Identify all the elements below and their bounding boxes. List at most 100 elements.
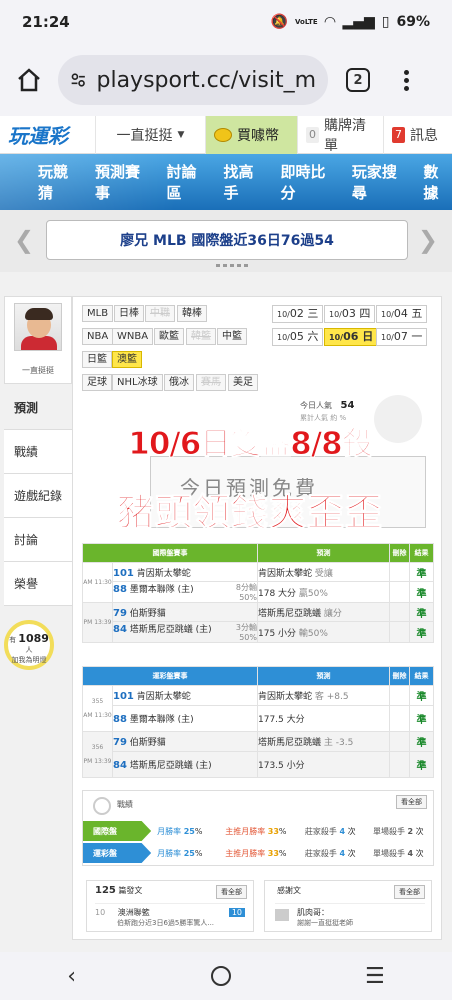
league-tab-euro-basketball[interactable]: 歐籃 [154,328,184,345]
date-tab-1003[interactable]: 10/03 四 [324,305,376,323]
league-tab-kbl: 韓籃 [186,328,216,345]
ticker-box[interactable]: 廖兄 MLB 國際盤近36日76過54 [46,220,408,260]
sidebar-item-game-history[interactable]: 遊戲紀錄 [4,474,72,518]
pick-note: 讓分 [323,608,342,619]
buy-coins-label: 買噱幣 [237,127,279,144]
sidebar-item-honors[interactable]: 榮譽 [4,562,72,606]
league-tab-nbl[interactable]: 澳籃 [112,351,142,368]
nav-item-player-search[interactable]: 玩家搜尋 [352,161,409,203]
stat-label: 主推月勝率 [225,848,266,858]
team-number: 101 [113,691,134,703]
tab-switcher-button[interactable]: 2 [346,68,370,92]
league-tab-b-league[interactable]: 日籃 [82,351,112,368]
nav-item-data[interactable]: 數據 [423,161,452,203]
league-tab-npb[interactable]: 日棒 [114,305,144,322]
spread-percent: 50% [239,593,257,602]
date-weekday: 一 [411,330,423,343]
coin-icon [214,127,232,142]
ticker-next-icon[interactable]: ❯ [418,226,438,254]
recent-apps-icon[interactable]: ☰ [365,964,385,989]
record-label: 國際盤 [83,821,152,841]
messages-button[interactable]: 7 訊息 [384,116,446,154]
fans-badge[interactable]: 有 1089 人 加我為明燈 [4,620,54,670]
sidebar-item-record[interactable]: 戰績 [4,430,72,474]
pick-total-value: 175 小分 [258,628,297,639]
league-tab-mlb[interactable]: MLB [82,305,114,322]
intl-header-delete: 刪除 [389,543,410,563]
record-title: 戰績 [117,800,133,809]
nav-item-experts[interactable]: 找高手 [223,161,266,203]
buy-coins-button[interactable]: 買噱幣 [206,115,298,154]
record-view-all-button[interactable]: 看全部 [396,795,427,809]
local-header-prediction: 預測 [257,666,390,686]
sidebar-item-discussion[interactable]: 討論 [4,518,72,562]
main-nav: 玩競猜 預測賽事 討論區 找高手 即時比分 玩家搜尋 數據 [0,154,452,210]
result-mark: 準 [409,684,434,707]
site-settings-icon[interactable] [70,70,87,90]
back-icon[interactable]: ‹ [67,964,76,989]
nav-item-forum[interactable]: 討論區 [166,161,209,203]
nav-item-livescore[interactable]: 即時比分 [281,161,338,203]
date-day: 05 [289,330,304,343]
date-month: 10/ [381,333,394,342]
battery-percent: 69% [396,14,430,30]
cart-button[interactable]: 0 購牌清單 [298,115,384,154]
record-label: 運彩盤 [83,843,152,863]
target-icon [93,797,111,815]
stat-value: 33 [267,848,279,858]
thanks-author: 肌肉哥： [297,908,329,917]
local-games-table: 運彩盤賽事 預測 刪除 結果 355 AM 11:30 101 肯因斯太攀蛇 肯因… [82,666,434,778]
nav-item-games[interactable]: 玩競猜 [38,161,81,203]
league-tab-cba[interactable]: 中籃 [217,328,247,345]
browser-menu-icon[interactable] [404,69,409,91]
league-tab-khl[interactable]: 俄冰 [164,374,194,391]
delete-cell [389,684,410,707]
spread-info: 3分輸 50% [236,622,257,642]
stat-monthly: 月勝率 25% [157,848,203,858]
stat-label: 莊家殺手 [304,848,337,858]
thanks-item[interactable]: 肌肉哥： 謝謝一直挺挺老師 [275,903,425,928]
date-tab-1005[interactable]: 10/05 六 [272,328,324,346]
league-tab-soccer[interactable]: 足球 [82,374,112,391]
league-tab-cpbl: 中職 [145,305,175,322]
league-tab-nba[interactable]: NBA [82,328,114,345]
posts-view-all-button[interactable]: 看全部 [216,885,247,899]
home-circle-icon[interactable] [210,966,231,986]
result-mark: 準 [409,562,434,582]
team-number: 101 [113,567,134,579]
league-tab-nfl[interactable]: 美足 [228,374,258,391]
thanks-avatar [275,909,289,921]
ticker-prev-icon[interactable]: ❮ [14,226,34,254]
delete-cell [389,730,410,753]
table-row: 88 墨爾本聯隊 (主) 8分輸 50% 178 大分 贏50% 準 [83,581,434,603]
league-tab-nhl[interactable]: NHL冰球 [112,374,163,391]
home-button[interactable] [0,67,58,93]
league-tab-wnba[interactable]: WNBA [112,328,154,345]
profile-card[interactable]: 一直挺挺 [4,296,72,384]
sidebar-item-predictions[interactable]: 預測 [4,386,72,430]
date-tab-1007[interactable]: 10/07 一 [376,328,428,346]
table-row: 84 塔斯馬尼亞跳蟻 (主) 3分輸 50% 175 小分 輸50% 準 [82,621,434,643]
address-bar[interactable]: playsport.cc/visit_m [58,55,328,105]
league-tab-kbo[interactable]: 韓棒 [177,305,207,322]
table-row: 355 AM 11:30 101 肯因斯太攀蛇 肯因斯太攀蛇 客 +8.5 準 [82,684,434,732]
team-number: 88 [113,584,127,595]
battery-icon: ▯ [381,14,390,30]
date-tab-1002[interactable]: 10/02 三 [272,305,324,323]
site-logo[interactable]: 玩運彩 [0,115,96,154]
user-menu[interactable]: 一直挺挺 ▼ [96,115,206,154]
thanks-box: 感謝文 看全部 肌肉哥： 謝謝一直挺挺老師 [264,880,432,932]
date-tab-1004[interactable]: 10/04 五 [376,305,428,323]
mute-icon: 🔕 [270,14,288,30]
team-line: 79 伯斯野貓 [112,602,258,622]
date-tab-1006[interactable]: 10/06 日 [324,328,379,346]
ticker-text: 廖兄 MLB 國際盤近36日76過54 [120,233,334,249]
record-row-intl: 國際盤 月勝率 25% 主推月勝率 33% 莊家殺手 4 次 單場殺手 2 次 [83,821,435,841]
thanks-view-all-button[interactable]: 看全部 [394,885,425,899]
stat-monthly: 月勝率 25% [157,826,203,836]
post-item[interactable]: 10 澳洲聯籃 10 伯斯跑分近3日6過5勝率驚人... [95,903,245,928]
nav-item-predictions[interactable]: 預測賽事 [95,161,152,203]
record-summary: 戰績 看全部 國際盤 月勝率 25% 主推月勝率 33% 莊家殺手 4 次 單場… [82,790,434,866]
status-icons: 🔕 VoLTE ◠ ▂▄▆ ▯ 69% [271,14,430,30]
table-row: PM 13:39 79 伯斯野貓 塔斯馬尼亞跳蟻 讓分 準 [82,602,434,643]
